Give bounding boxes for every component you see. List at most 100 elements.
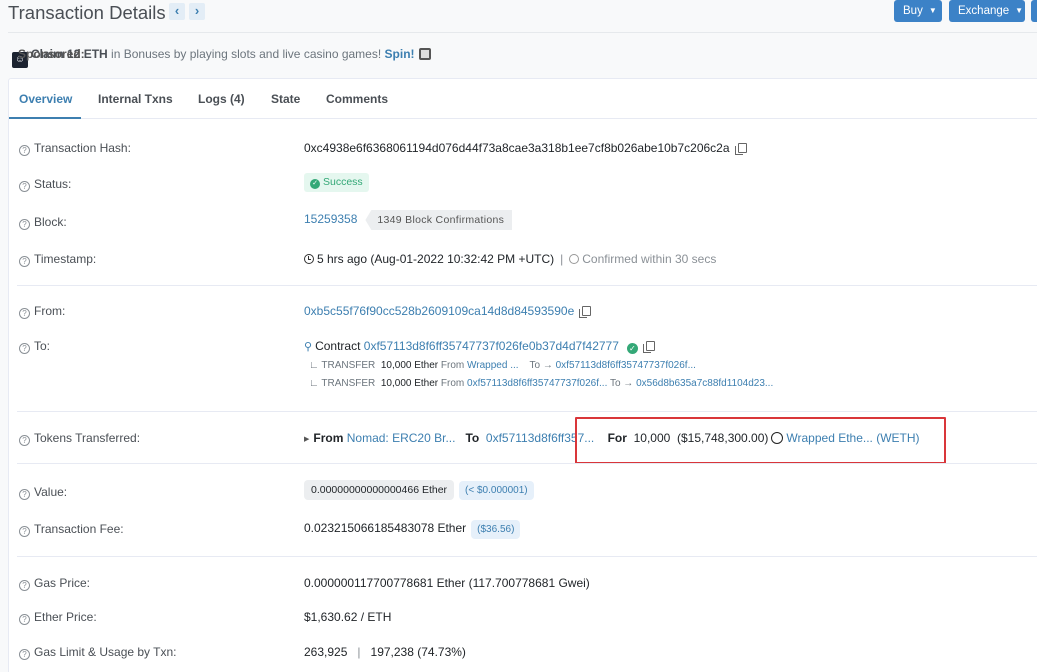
value-label: ? Value: <box>19 485 67 500</box>
status-label: ? Status: <box>19 177 71 192</box>
transaction-fee-label-text: Transaction Fee: <box>34 522 124 536</box>
fee-usd: ($36.56) <box>471 520 521 539</box>
transfer-arrow-icon: ∟ <box>309 360 322 371</box>
ether-price-value: $1,630.62 / ETH <box>304 610 392 624</box>
from-address-link[interactable]: 0xb5c55f76f90cc528b2609109ca14d8d8459359… <box>304 304 574 318</box>
transaction-fee-value: 0.023215066185483078 Ether ($36.56) <box>304 517 521 539</box>
tx-hash-label: ? Transaction Hash: <box>19 141 131 156</box>
page-title: Transaction Details <box>8 2 166 23</box>
timestamp-value: 5 hrs ago (Aug-01-2022 10:32:42 PM +UTC)… <box>304 252 716 266</box>
help-icon[interactable]: ? <box>19 614 30 625</box>
check-circle-icon: ✓ <box>310 179 320 189</box>
timestamp-label-text: Timestamp: <box>34 252 97 266</box>
contract-prefix: Contract <box>315 339 361 353</box>
extra-header-button[interactable] <box>1031 0 1037 22</box>
help-icon[interactable]: ? <box>19 308 30 319</box>
transfer-to-label: To → <box>529 360 553 371</box>
help-icon[interactable]: ? <box>19 435 30 446</box>
help-icon[interactable]: ? <box>19 219 30 230</box>
help-icon[interactable]: ? <box>19 145 30 156</box>
block-number-link[interactable]: 15259358 <box>304 212 357 226</box>
copy-icon[interactable] <box>579 306 592 318</box>
tx-hash-label-text: Transaction Hash: <box>34 141 131 155</box>
transfer-from-link[interactable]: 0xf57113d8f6ff35747737f026f... <box>467 378 607 389</box>
tab-overview[interactable]: Overview <box>19 92 72 106</box>
status-label-text: Status: <box>34 177 72 191</box>
sponsored-banner: Sponsored: ☺ Claim 12 ETH in Bonuses by p… <box>8 47 431 68</box>
sponsored-text: in Bonuses by playing slots and live cas… <box>107 47 385 61</box>
confirmed-within-text: Confirmed within 30 secs <box>582 252 717 266</box>
transfer-type: TRANSFER <box>321 378 376 389</box>
help-icon[interactable]: ? <box>19 343 30 354</box>
gas-price-label-text: Gas Price: <box>34 576 91 590</box>
highlight-annotation-box <box>575 417 946 464</box>
transfer-from-link[interactable]: Wrapped ... <box>467 360 519 371</box>
gas-limit: 263,925 <box>304 645 348 659</box>
help-icon[interactable]: ? <box>19 181 30 192</box>
transfer-to-link[interactable]: 0x56d8b635a7c88fd1104d23... <box>636 378 773 389</box>
transfer-arrow-icon: ∟ <box>309 378 322 389</box>
timer-icon <box>569 254 580 264</box>
copy-icon[interactable] <box>642 341 655 353</box>
gas-price-label: ? Gas Price: <box>19 576 90 591</box>
help-icon[interactable]: ? <box>19 256 30 267</box>
exchange-label: Exchange <box>958 5 1010 17</box>
page-header: Transaction Details ‹ › Buy ▼ Exchange ▼ <box>0 0 1037 32</box>
timestamp-text: 5 hrs ago (Aug-01-2022 10:32:42 PM +UTC) <box>317 252 555 266</box>
chevron-down-icon: ▼ <box>928 6 937 15</box>
value-usd: (< $0.000001) <box>459 481 534 500</box>
tokens-transferred-label: ? Tokens Transferred: <box>19 431 140 446</box>
to-value: ⚲ Contract 0xf57113d8f6ff35747737f026fe0b… <box>304 339 655 354</box>
clock-icon <box>304 254 314 264</box>
separator: | <box>357 645 361 659</box>
section-divider <box>17 556 1037 557</box>
chevron-down-icon: ▼ <box>1015 6 1024 15</box>
previous-transaction-button[interactable]: ‹ <box>169 3 185 20</box>
gas-limit-label-text: Gas Limit & Usage by Txn: <box>34 645 177 659</box>
section-divider <box>17 285 1037 286</box>
tab-bar: Overview Internal Txns Logs (4) State Co… <box>9 79 1037 119</box>
tokens-transferred-label-text: Tokens Transferred: <box>34 431 141 445</box>
sponsored-cta-link[interactable]: Spin! <box>385 47 415 61</box>
value-label-text: Value: <box>34 485 68 499</box>
tab-state[interactable]: State <box>271 92 300 106</box>
caret-right-icon: ▶ <box>304 436 310 443</box>
help-icon[interactable]: ? <box>19 580 30 591</box>
tab-internal-txns[interactable]: Internal Txns <box>98 92 173 106</box>
ether-price-label: ? Ether Price: <box>19 610 97 625</box>
exchange-dropdown-button[interactable]: Exchange ▼ <box>949 0 1025 22</box>
tab-logs[interactable]: Logs (4) <box>198 92 245 106</box>
status-badge: ✓ Success <box>304 173 369 192</box>
block-label: ? Block: <box>19 215 67 230</box>
header-divider <box>8 32 1037 33</box>
transfer-to-label: To → <box>609 378 634 389</box>
from-value: 0xb5c55f76f90cc528b2609109ca14d8d8459359… <box>304 304 592 318</box>
verified-check-icon: ✓ <box>626 343 638 354</box>
transaction-fee-label: ? Transaction Fee: <box>19 522 124 537</box>
gas-limit-label: ? Gas Limit & Usage by Txn: <box>19 645 177 660</box>
tx-hash-text: 0xc4938e6f6368061194d076d44f73a8cae3a318… <box>304 141 730 155</box>
transfer-to-link[interactable]: 0xf57113d8f6ff35747737f026f... <box>556 360 696 371</box>
ether-price-label-text: Ether Price: <box>34 610 97 624</box>
internal-transfer-row: ∟ TRANSFER 10,000 Ether From 0xf57113d8f… <box>309 378 773 389</box>
search-icon: ⚲ <box>304 341 313 353</box>
token-from-link[interactable]: Nomad: ERC20 Br... <box>347 431 456 445</box>
transfer-amount: 10,000 Ether <box>380 378 439 389</box>
internal-transfer-row: ∟ TRANSFER 10,000 Ether From Wrapped ...… <box>309 360 696 371</box>
buy-dropdown-button[interactable]: Buy ▼ <box>894 0 942 22</box>
help-icon[interactable]: ? <box>19 649 30 660</box>
transfer-type: TRANSFER <box>321 360 376 371</box>
to-label: ? To: <box>19 339 50 354</box>
copy-icon[interactable] <box>734 143 747 155</box>
next-transaction-button[interactable]: › <box>189 3 205 20</box>
help-icon[interactable]: ? <box>19 526 30 537</box>
section-divider <box>17 411 1037 412</box>
tab-comments[interactable]: Comments <box>326 92 388 106</box>
block-value: 15259358 1349 Block Confirmations <box>304 210 513 230</box>
from-label-text: From: <box>34 304 66 318</box>
active-tab-indicator <box>9 117 81 119</box>
to-contract-link[interactable]: 0xf57113d8f6ff35747737f026fe0b37d4d7f427… <box>364 339 619 353</box>
help-icon[interactable]: ? <box>19 489 30 500</box>
fee-ether: 0.023215066185483078 Ether <box>304 521 467 535</box>
gas-limit-value: 263,925 | 197,238 (74.73%) <box>304 645 466 659</box>
